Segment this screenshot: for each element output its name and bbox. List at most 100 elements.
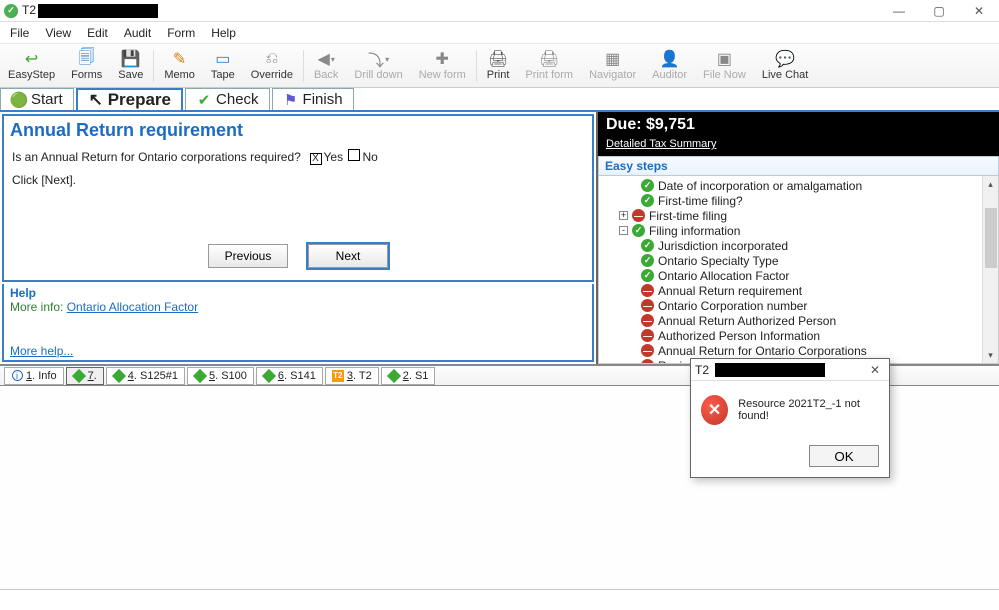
toolbar-new-form: ✚New form [411,44,474,88]
diamond-icon [262,368,276,382]
menu-edit[interactable]: Edit [79,24,116,42]
tree-item[interactable]: ✓ Date of incorporation or amalgamation [599,178,998,193]
error-dialog: T2 ✕ Resource 2021T2_-1 not found! OK [690,358,890,478]
menu-help[interactable]: Help [203,24,244,42]
previous-button[interactable]: Previous [208,244,288,268]
steptab-start[interactable]: 🟢Start [0,88,74,110]
scroll-down-icon[interactable]: ▾ [983,347,998,363]
menu-audit[interactable]: Audit [116,24,159,42]
cursor-icon: ↖ [88,92,104,108]
next-button[interactable]: Next [308,244,388,268]
menu-view[interactable]: View [37,24,79,42]
toolbar-save[interactable]: 💾Save [110,44,151,88]
tree-item[interactable]: —Annual Return Authorized Person [599,313,998,328]
diamond-icon [193,368,207,382]
help-link[interactable]: Ontario Allocation Factor [67,300,198,314]
t2-icon: T2 [332,370,344,382]
toolbar-live-chat[interactable]: 💬Live Chat [754,44,816,88]
tree-label: Ontario Specialty Type [658,254,779,268]
checkbox-yes[interactable]: X [310,153,322,165]
steptab-prepare[interactable]: ↖Prepare [76,88,183,110]
toolbar: ↩EasyStep🗐Forms💾Save✎Memo▭Tape⎌Override◀… [0,44,999,88]
steptab-check[interactable]: ✔Check [185,88,270,110]
form-tab-6s141[interactable]: 6. S141 [256,367,323,385]
steptab-finish[interactable]: ⚑Finish [272,88,354,110]
minimize-button[interactable]: — [879,0,919,22]
toolbar-print-form: 🖨Print form [517,44,581,88]
scroll-thumb[interactable] [985,208,997,268]
steps-tree[interactable]: ✓Date of incorporation or amalgamation✓F… [598,176,999,364]
label-no: No [362,150,377,164]
toolbar-drill-down: ⤵▾Drill down [346,44,410,88]
form-tab-2s1[interactable]: 2. S1 [381,367,436,385]
toolbar-print[interactable]: 🖨Print [479,44,518,88]
warning-icon: — [641,344,654,357]
dialog-title-prefix: T2 [695,363,709,377]
toolbar-file-now: ▣File Now [695,44,754,88]
maximize-button[interactable]: ▢ [919,0,959,22]
dialog-message: Resource 2021T2_-1 not found! [738,398,879,422]
tree-label: Date of incorporation or amalgamation [658,179,862,193]
check-icon: ✓ [641,239,654,252]
check-icon: ✓ [641,194,654,207]
tree-label: Ontario Corporation number [658,299,807,313]
dialog-titlebar[interactable]: T2 ✕ [691,359,889,381]
tree-item[interactable]: —Authorized Person Information [599,328,998,343]
form-tab-1info[interactable]: i1. Info [4,367,64,385]
tree-item[interactable]: — Ontario Corporation number [599,298,998,313]
app-icon [4,4,18,18]
diamond-icon [72,368,86,382]
tree-item[interactable]: ✓ Jurisdiction incorporated [599,238,998,253]
form-tab-7[interactable]: 7. [66,367,104,385]
menu-form[interactable]: Form [159,24,203,42]
check-icon: ✓ [632,224,645,237]
help-panel: Help More info: Ontario Allocation Facto… [2,284,594,362]
checkbox-no[interactable] [348,149,360,161]
toolbar-override[interactable]: ⎌Override [243,44,301,88]
form-tab-5s100[interactable]: 5. S100 [187,367,254,385]
tree-label: Filing information [649,224,740,238]
dialog-close-button[interactable]: ✕ [861,363,889,377]
tree-item[interactable]: -✓ Filing information [599,223,998,238]
tree-scrollbar[interactable]: ▴ ▾ [982,176,998,363]
easy-steps-header: Easy steps [598,156,999,176]
tree-item[interactable]: —Annual Return for Ontario Corporations [599,343,998,358]
expand-icon[interactable]: - [619,226,628,235]
form-tab-3t2[interactable]: T23. T2 [325,367,379,385]
toolbar-memo[interactable]: ✎Memo [156,44,203,88]
tree-label: Annual Return requirement [658,284,802,298]
error-icon [701,395,728,425]
diamond-icon [112,368,126,382]
tree-label: First-time filing [649,209,727,223]
close-button[interactable]: ✕ [959,0,999,22]
toolbar-navigator: ▦Navigator [581,44,644,88]
info-icon: i [12,370,23,381]
warning-icon: — [632,209,645,222]
start-icon: 🟢 [11,92,27,108]
check-icon: ✓ [641,269,654,282]
dialog-ok-button[interactable]: OK [809,445,879,467]
tree-item[interactable]: + — First-time filing [599,208,998,223]
tree-item[interactable]: ✓Ontario Allocation Factor [599,268,998,283]
more-help-link[interactable]: More help... [10,344,586,358]
toolbar-easystep[interactable]: ↩EasyStep [0,44,63,88]
tree-item[interactable]: ✓Ontario Specialty Type [599,253,998,268]
form-tab-4s1251[interactable]: 4. S125#1 [106,367,185,385]
due-bar: Due: $9,751 Detailed Tax Summary [598,112,999,156]
detailed-tax-summary-link[interactable]: Detailed Tax Summary [606,138,716,150]
panel-title: Annual Return requirement [4,116,592,145]
check-icon: ✓ [641,179,654,192]
menu-file[interactable]: File [2,24,37,42]
dialog-title-redacted [715,363,825,377]
tree-label: Jurisdiction incorporated [658,239,788,253]
scroll-up-icon[interactable]: ▴ [983,176,998,192]
toolbar-forms[interactable]: 🗐Forms [63,44,110,88]
expand-icon[interactable]: + [619,211,628,220]
tree-item[interactable]: —Annual Return requirement [599,283,998,298]
more-info-label: More info: [10,300,63,314]
check-icon: ✔ [196,92,212,108]
tree-item[interactable]: ✓First-time filing? [599,193,998,208]
warning-icon: — [641,299,654,312]
toolbar-tape[interactable]: ▭Tape [203,44,243,88]
label-yes: Yes [324,150,344,164]
